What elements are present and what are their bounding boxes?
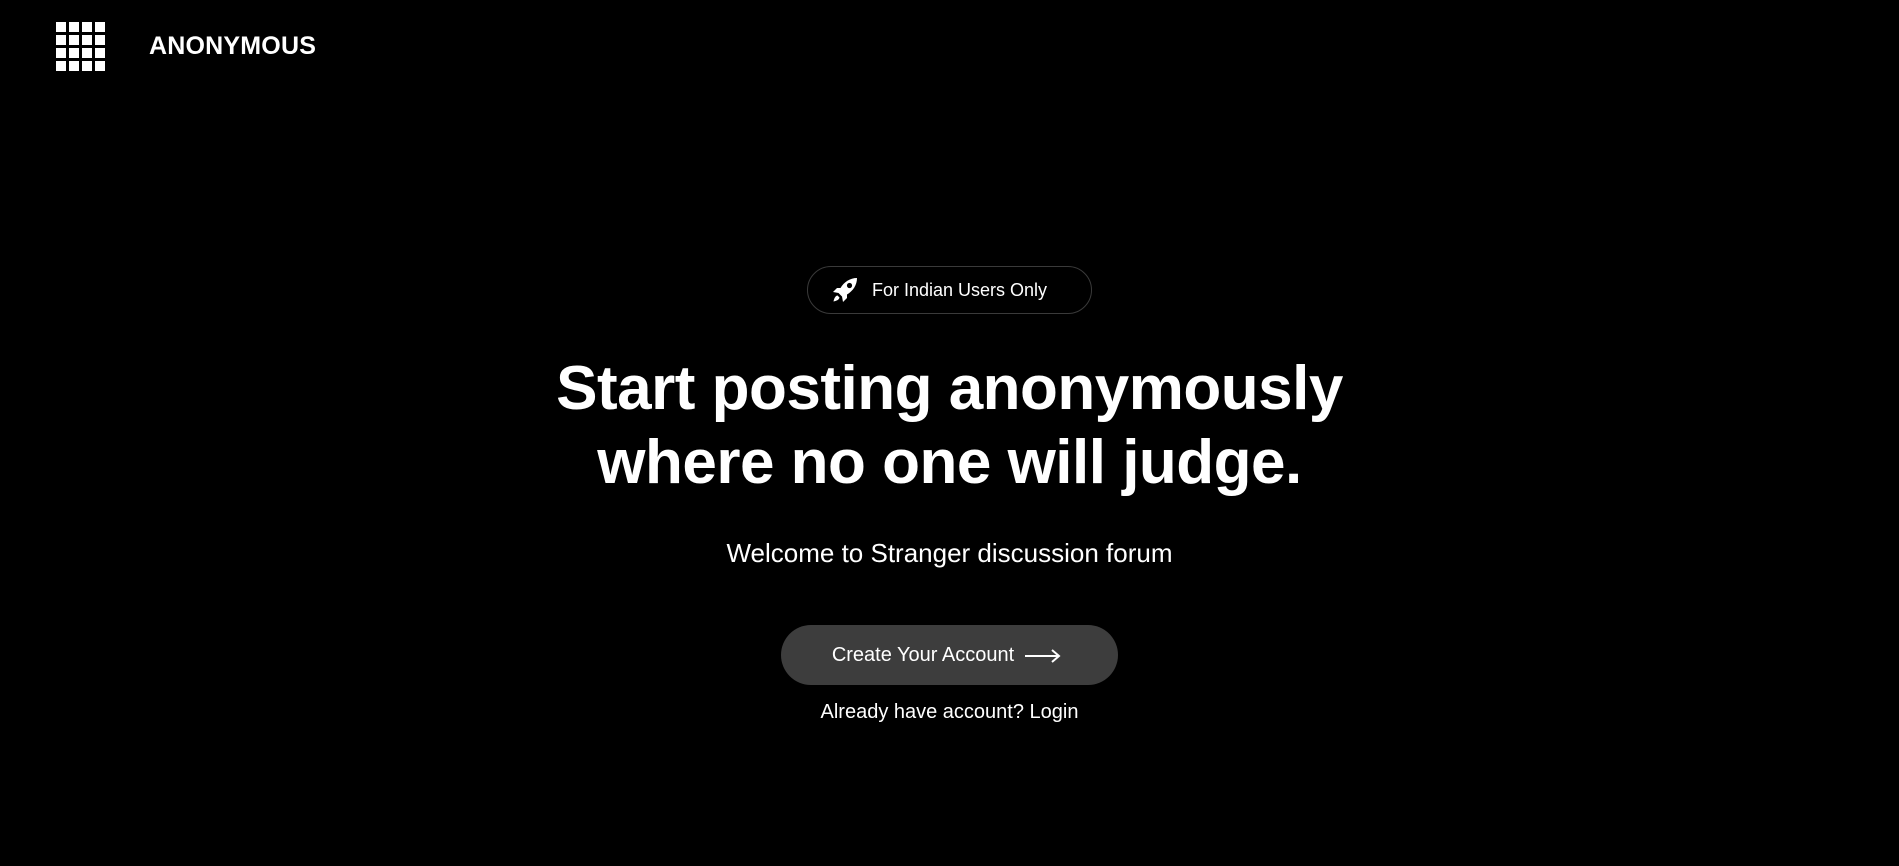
landing-page: ANONYMOUS For Indian Users Only Start po…: [0, 0, 1899, 866]
badge-text: For Indian Users Only: [871, 279, 1048, 300]
arrow-right-icon: [1024, 647, 1062, 663]
headline-line-2: where no one will judge.: [597, 428, 1302, 497]
brand-name[interactable]: ANONYMOUS: [149, 32, 316, 61]
header: ANONYMOUS: [56, 22, 316, 71]
hero-section: For Indian Users Only Start posting anon…: [0, 266, 1899, 724]
region-badge: For Indian Users Only: [806, 266, 1093, 314]
rocket-icon: [830, 275, 860, 305]
hero-headline: Start posting anonymously where no one w…: [556, 352, 1343, 500]
create-account-button[interactable]: Create Your Account: [780, 625, 1119, 685]
login-link[interactable]: Already have account? Login: [821, 701, 1079, 724]
create-account-label: Create Your Account: [831, 643, 1015, 666]
headline-line-1: Start posting anonymously: [556, 354, 1343, 423]
grid-logo-icon[interactable]: [56, 22, 105, 71]
hero-subtitle: Welcome to Stranger discussion forum: [726, 538, 1173, 568]
